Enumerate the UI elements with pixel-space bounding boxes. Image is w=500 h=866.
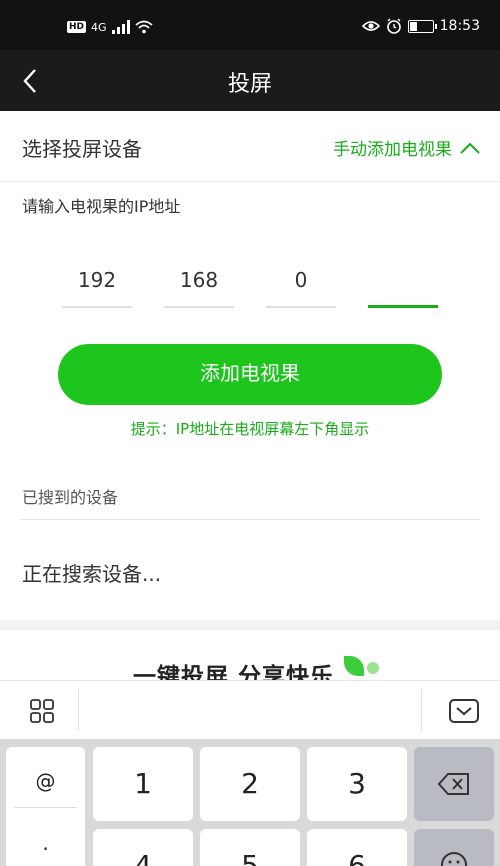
ip-field-4[interactable]	[368, 264, 438, 308]
select-device-header: 选择投屏设备 手动添加电视果	[0, 111, 500, 182]
leaf-dot-icon	[367, 662, 379, 674]
chevron-up-icon	[460, 142, 480, 154]
key-6[interactable]: 6	[307, 829, 407, 866]
key-3[interactable]: 3	[307, 747, 407, 821]
key-4[interactable]: 4	[93, 829, 193, 866]
status-left: HD 4G	[67, 20, 153, 34]
key-1[interactable]: 1	[93, 747, 193, 821]
emoji-icon	[441, 852, 467, 866]
status-bar: HD 4G 18:53	[0, 0, 500, 50]
status-right: 18:53	[361, 18, 480, 34]
key-5[interactable]: 5	[200, 829, 300, 866]
screen: HD 4G 18:53 投屏 选择投屏设备 手动添加电视果 请输入电视果的IP地…	[0, 0, 500, 866]
leaf-icon	[344, 656, 364, 676]
clock: 18:53	[439, 18, 480, 34]
backspace-icon	[437, 773, 469, 795]
divider	[14, 807, 77, 808]
manual-add-toggle[interactable]: 手动添加电视果	[333, 135, 480, 160]
signal-icon	[111, 20, 130, 34]
alarm-icon	[386, 18, 401, 34]
network-type: 4G	[91, 20, 107, 34]
battery-icon	[407, 19, 437, 33]
divider	[78, 689, 79, 731]
keyboard-toolbar	[0, 680, 500, 739]
section-title: 选择投屏设备	[22, 137, 142, 161]
main-content: 选择投屏设备 手动添加电视果 请输入电视果的IP地址 192 168 0 添加电…	[0, 111, 500, 620]
numeric-keyboard: @ . 1 2 3 4 5 6	[0, 739, 500, 866]
symbol-column: @ .	[6, 747, 85, 866]
emoji-key[interactable]	[414, 829, 494, 866]
ip-field-1[interactable]: 192	[62, 264, 132, 308]
wifi-icon	[134, 20, 153, 34]
ip-input-label: 请输入电视果的IP地址	[22, 197, 181, 216]
promo-banner: 一键投屏 分享快乐	[0, 630, 500, 680]
title-bar: 投屏	[0, 50, 500, 111]
manual-add-label: 手动添加电视果	[333, 140, 452, 160]
divider	[421, 689, 422, 731]
ip-field-3[interactable]: 0	[266, 264, 336, 308]
add-tv-button[interactable]: 添加电视果	[58, 344, 442, 405]
divider	[20, 519, 480, 520]
symbol-key-dot[interactable]: .	[6, 831, 85, 855]
ip-hint: 提示：IP地址在电视屏幕左下角显示	[130, 420, 370, 438]
ip-field-2[interactable]: 168	[164, 264, 234, 308]
hd-badge: HD	[67, 21, 87, 33]
banner-text: 一键投屏 分享快乐	[133, 664, 335, 680]
found-devices-label: 已搜到的设备	[22, 488, 119, 507]
grid-menu-icon[interactable]	[30, 699, 54, 723]
searching-status: 正在搜索设备...	[22, 562, 162, 586]
eye-icon	[361, 21, 380, 31]
hide-keyboard-icon[interactable]	[448, 698, 480, 724]
backspace-key[interactable]	[414, 747, 494, 821]
page-title: 投屏	[227, 72, 272, 97]
key-2[interactable]: 2	[200, 747, 300, 821]
symbol-key-at[interactable]: @	[6, 769, 85, 793]
